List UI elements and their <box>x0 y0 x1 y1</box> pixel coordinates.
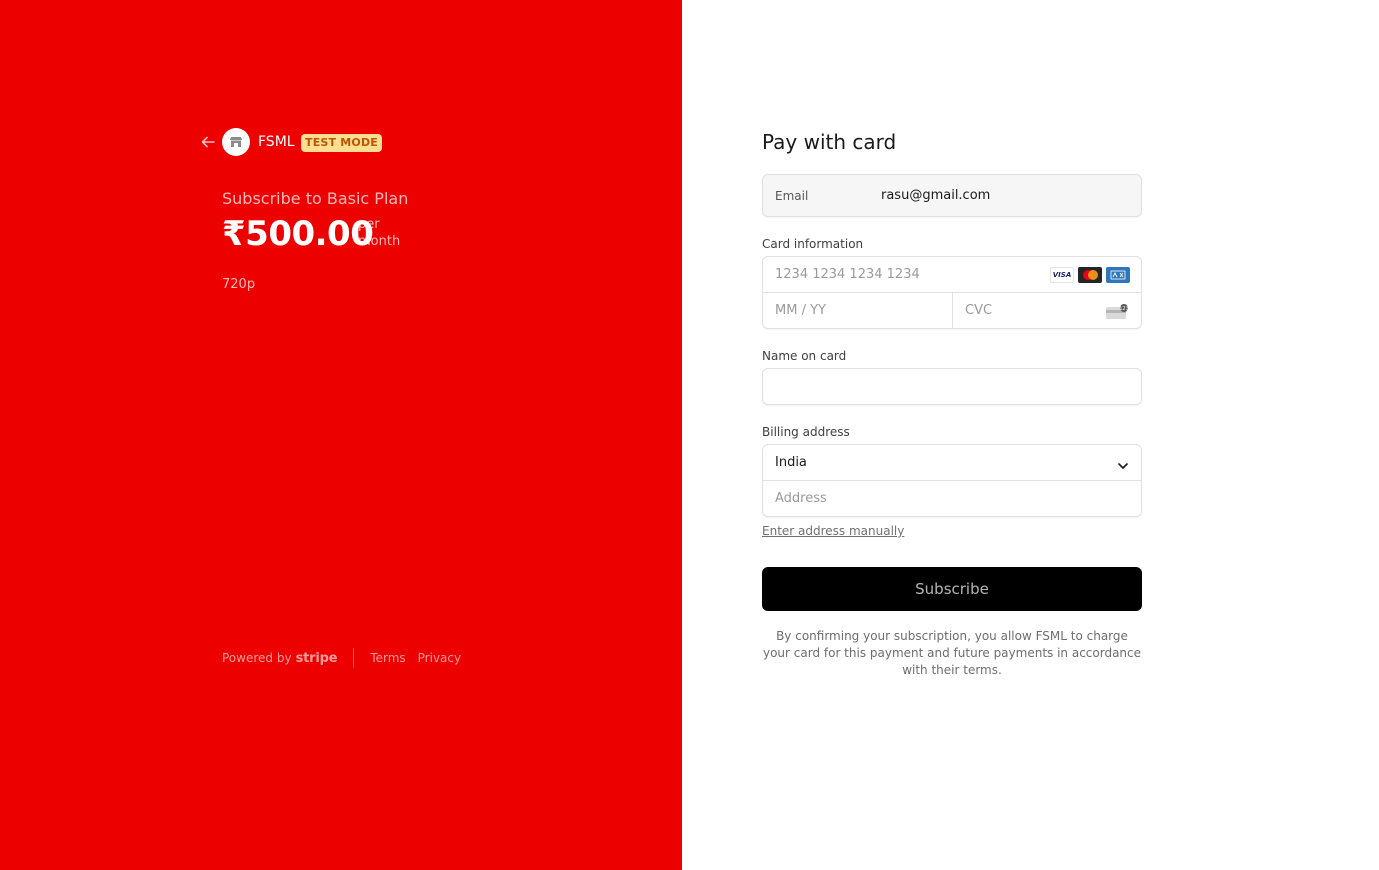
card-number-input[interactable]: 1234 1234 1234 1234 VISA <box>763 257 1141 293</box>
name-on-card-label: Name on card <box>762 349 847 363</box>
amex-icon <box>1106 267 1130 283</box>
expiry-placeholder: MM / YY <box>775 303 826 318</box>
powered-by-stripe-link[interactable]: Powered by stripe <box>222 650 338 666</box>
legal-notice: By confirming your subscription, you all… <box>762 629 1142 677</box>
test-mode-badge: TEST MODE <box>301 134 383 152</box>
card-cvc-input[interactable]: CVC 123 <box>953 293 1141 329</box>
email-label: Email <box>775 189 809 203</box>
enter-address-manually-link[interactable]: Enter address manually <box>762 524 904 538</box>
back-arrow-icon[interactable] <box>199 133 217 151</box>
interval-line-1: per <box>358 217 380 232</box>
card-expiry-input[interactable]: MM / YY <box>763 293 953 329</box>
name-on-card-input[interactable] <box>762 368 1142 405</box>
address-placeholder: Address <box>775 491 827 506</box>
card-brands: VISA <box>1050 267 1130 283</box>
footer-divider <box>353 648 355 668</box>
email-field[interactable]: Email rasu@gmail.com <box>762 174 1142 217</box>
payment-panel: Pay with card Email rasu@gmail.com Card … <box>682 0 1379 870</box>
terms-link[interactable]: Terms <box>370 651 405 665</box>
chevron-down-icon <box>1117 457 1129 469</box>
footer: Powered by stripe Terms Privacy <box>222 648 473 668</box>
visa-icon: VISA <box>1050 267 1074 283</box>
price-amount: ₹500.00 <box>222 214 374 254</box>
billing-address-group: India Address <box>762 444 1142 517</box>
merchant-logo-icon <box>222 128 250 156</box>
powered-by-label: Powered by <box>222 651 292 665</box>
mastercard-icon <box>1078 267 1102 283</box>
cvc-card-icon: 123 <box>1105 304 1129 320</box>
stripe-logo: stripe <box>295 650 338 666</box>
country-select[interactable]: India <box>763 445 1141 481</box>
cvc-placeholder: CVC <box>965 303 993 318</box>
country-value: India <box>775 455 807 470</box>
card-information-label: Card information <box>762 237 864 251</box>
summary-panel: FSML TEST MODE Subscribe to Basic Plan ₹… <box>0 0 682 870</box>
billing-interval: per month <box>358 216 400 250</box>
privacy-link[interactable]: Privacy <box>418 651 461 665</box>
card-number-placeholder: 1234 1234 1234 1234 <box>775 267 920 282</box>
card-information-group: 1234 1234 1234 1234 VISA MM / YY CVC 123 <box>762 256 1142 329</box>
svg-text:123: 123 <box>1119 306 1129 312</box>
plan-description: 720p <box>222 277 256 292</box>
email-value: rasu@gmail.com <box>881 188 991 203</box>
subscribe-button[interactable]: Subscribe <box>762 567 1142 611</box>
page-title: Pay with card <box>762 130 897 154</box>
address-input[interactable]: Address <box>763 481 1141 517</box>
billing-address-label: Billing address <box>762 425 850 439</box>
interval-line-2: month <box>358 234 401 249</box>
merchant-name: FSML <box>258 134 295 150</box>
product-title: Subscribe to Basic Plan <box>222 189 409 208</box>
